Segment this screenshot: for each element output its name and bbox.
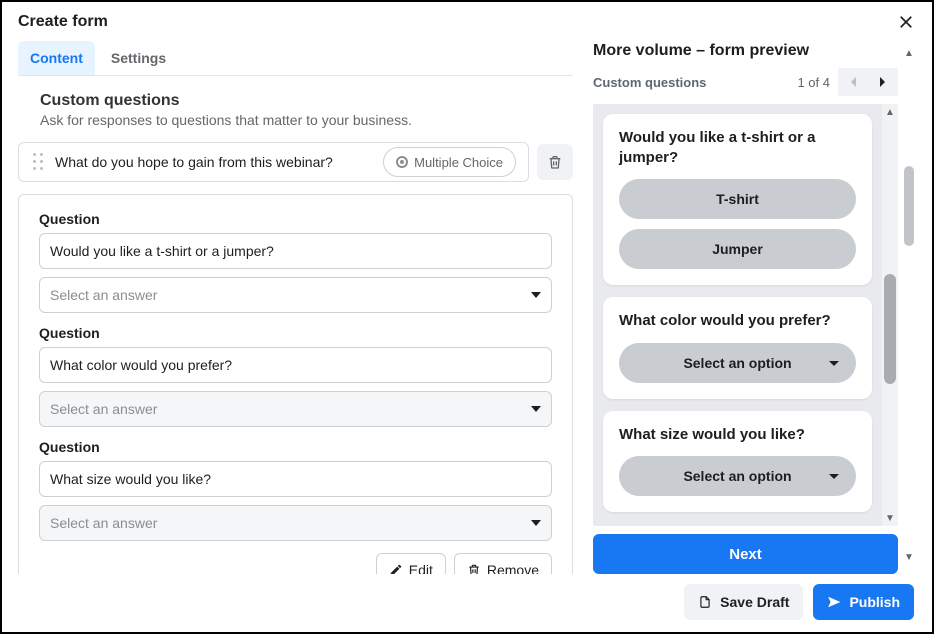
page-title: Create form (18, 13, 896, 31)
preview-card-3: What size would you like? Select an opti… (603, 411, 872, 513)
publish-button[interactable]: Publish (813, 584, 914, 620)
preview-card-2: What color would you prefer? Select an o… (603, 297, 872, 399)
question-label: Question (39, 439, 552, 455)
preview-select-placeholder: Select an option (683, 355, 791, 371)
radio-icon (396, 156, 408, 168)
drag-handle-icon[interactable] (31, 153, 45, 171)
preview-card-1: Would you like a t-shirt or a jumper? T-… (603, 114, 872, 285)
chevron-down-icon (828, 355, 840, 371)
chevron-down-icon (828, 468, 840, 484)
preview-select[interactable]: Select an option (619, 456, 856, 496)
edit-label: Edit (409, 562, 433, 574)
scroll-up-icon: ▲ (902, 46, 916, 60)
select-placeholder: Select an answer (50, 515, 157, 531)
section-heading: Custom questions (40, 92, 573, 110)
page-indicator: 1 of 4 (797, 75, 830, 90)
preview-inner-scrollbar[interactable]: ▲ ▼ (882, 104, 898, 526)
question-label: Question (39, 211, 552, 227)
section-subtitle: Ask for responses to questions that matt… (40, 112, 573, 128)
preview-title: More volume – form preview (593, 42, 916, 60)
remove-button[interactable]: Remove (454, 553, 552, 574)
question-type-label: Multiple Choice (414, 155, 503, 170)
chevron-down-icon (531, 520, 541, 526)
pencil-icon (389, 563, 403, 574)
chevron-down-icon (531, 292, 541, 298)
trash-icon (547, 154, 563, 170)
answer-select-1[interactable]: Select an answer (39, 277, 552, 313)
preview-option-button[interactable]: Jumper (619, 229, 856, 269)
preview-question-text: What color would you prefer? (619, 311, 856, 331)
collapsed-question-text: What do you hope to gain from this webin… (55, 154, 373, 170)
send-icon (827, 595, 841, 609)
right-panel-scrollbar[interactable]: ▲ ▼ (902, 46, 916, 564)
remove-label: Remove (487, 562, 539, 574)
document-icon (698, 595, 712, 609)
tabs: Content Settings (18, 36, 573, 76)
scrollbar-thumb[interactable] (884, 274, 896, 384)
scrollbar-thumb[interactable] (904, 166, 914, 246)
preview-question-text: Would you like a t-shirt or a jumper? (619, 128, 856, 167)
answer-select-3[interactable]: Select an answer (39, 505, 552, 541)
close-icon (897, 13, 915, 31)
chevron-right-icon (879, 76, 887, 88)
trash-icon (467, 563, 481, 574)
edit-button[interactable]: Edit (376, 553, 446, 574)
preview-next-button[interactable] (868, 68, 898, 96)
question-input-2[interactable] (39, 347, 552, 383)
question-input-3[interactable] (39, 461, 552, 497)
select-placeholder: Select an answer (50, 287, 157, 303)
tab-content[interactable]: Content (18, 41, 95, 75)
preview-option-button[interactable]: T-shirt (619, 179, 856, 219)
preview-select[interactable]: Select an option (619, 343, 856, 383)
scroll-up-icon: ▲ (882, 104, 898, 120)
chevron-down-icon (531, 406, 541, 412)
select-placeholder: Select an answer (50, 401, 157, 417)
question-type-pill[interactable]: Multiple Choice (383, 147, 516, 177)
delete-question-button[interactable] (537, 144, 573, 180)
save-draft-button[interactable]: Save Draft (684, 584, 803, 620)
preview-next-step-button[interactable]: Next (593, 534, 898, 574)
tab-settings[interactable]: Settings (99, 41, 178, 75)
preview-section-label: Custom questions (593, 75, 797, 90)
preview-select-placeholder: Select an option (683, 468, 791, 484)
preview-question-text: What size would you like? (619, 425, 856, 445)
question-editor-card: Question Select an answer Question Selec… (18, 194, 573, 574)
chevron-left-icon (849, 76, 857, 88)
collapsed-question-row[interactable]: What do you hope to gain from this webin… (18, 142, 529, 182)
question-label: Question (39, 325, 552, 341)
publish-label: Publish (849, 594, 900, 610)
preview-pane: Would you like a t-shirt or a jumper? T-… (593, 104, 898, 526)
scroll-down-icon: ▼ (882, 510, 898, 526)
question-input-1[interactable] (39, 233, 552, 269)
close-button[interactable] (896, 12, 916, 32)
preview-prev-button[interactable] (838, 68, 868, 96)
answer-select-2[interactable]: Select an answer (39, 391, 552, 427)
scroll-down-icon: ▼ (902, 550, 916, 564)
save-draft-label: Save Draft (720, 594, 789, 610)
